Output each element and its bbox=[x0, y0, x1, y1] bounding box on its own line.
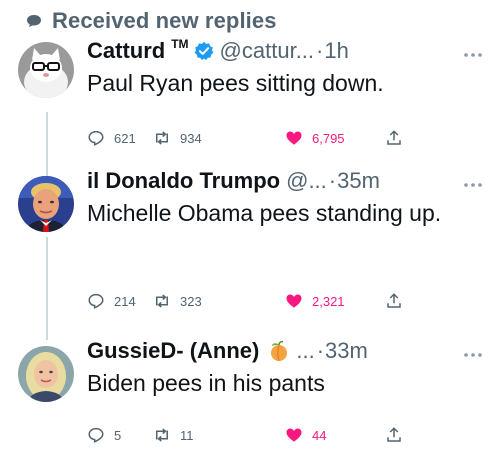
tweet-text: Paul Ryan pees sitting down. bbox=[87, 70, 384, 96]
peach-icon bbox=[271, 340, 288, 361]
retweet-count: 11 bbox=[180, 427, 194, 443]
display-name[interactable]: Catturd bbox=[87, 38, 165, 64]
reply-icon bbox=[88, 427, 104, 443]
tweet-text: Biden pees in his pants bbox=[87, 370, 325, 396]
reply-button[interactable]: 621 bbox=[87, 127, 136, 149]
reply-count: 621 bbox=[114, 130, 136, 146]
display-name[interactable]: il Donaldo Trumpo bbox=[87, 168, 280, 194]
reply-button[interactable]: 5 bbox=[87, 424, 121, 446]
retweet-count: 323 bbox=[180, 293, 202, 309]
heart-icon bbox=[286, 294, 302, 308]
like-button[interactable]: 44 bbox=[285, 424, 326, 446]
person-avatar-image bbox=[18, 176, 74, 232]
avatar[interactable] bbox=[18, 176, 74, 232]
person-avatar-image bbox=[18, 346, 74, 402]
separator: · bbox=[316, 38, 324, 63]
thread-line bbox=[46, 237, 48, 340]
timestamp[interactable]: 35m bbox=[337, 168, 380, 194]
avatar[interactable] bbox=[18, 42, 74, 98]
tweet-actions: 621 934 6,795 bbox=[87, 127, 407, 149]
like-button[interactable]: 2,321 bbox=[285, 290, 345, 312]
thread-line bbox=[46, 112, 48, 177]
separator: · bbox=[316, 338, 325, 363]
separator: · bbox=[328, 168, 337, 193]
like-count: 44 bbox=[312, 427, 327, 443]
heart-icon bbox=[286, 428, 302, 442]
retweet-icon bbox=[156, 428, 168, 442]
more-options-icon[interactable] bbox=[462, 180, 484, 190]
reply-count: 5 bbox=[114, 427, 122, 443]
tweet-text: Michelle Obama pees standing up. bbox=[87, 200, 442, 226]
verified-badge-icon bbox=[194, 41, 213, 61]
header-text: Received new replies bbox=[52, 8, 277, 33]
like-button[interactable]: 6,795 bbox=[285, 127, 345, 149]
share-icon bbox=[387, 427, 401, 442]
display-name[interactable]: GussieD- (Anne) bbox=[87, 338, 259, 364]
share-icon bbox=[387, 293, 401, 308]
reply-button[interactable]: 214 bbox=[87, 290, 136, 312]
reply-icon bbox=[88, 130, 104, 146]
more-options-icon[interactable] bbox=[462, 50, 484, 60]
retweet-icon bbox=[156, 131, 168, 145]
name-badge: TM bbox=[171, 37, 189, 51]
retweet-button[interactable]: 11 bbox=[153, 424, 194, 446]
retweet-count: 934 bbox=[180, 130, 202, 146]
handle[interactable]: @cattur... bbox=[220, 38, 314, 64]
share-button[interactable] bbox=[385, 290, 403, 312]
reply-count: 214 bbox=[114, 293, 136, 309]
tweet-actions: 5 11 44 bbox=[87, 424, 407, 446]
handle[interactable]: ... bbox=[296, 338, 314, 364]
share-button[interactable] bbox=[385, 424, 403, 446]
replies-header[interactable]: Received new replies bbox=[52, 6, 277, 36]
retweet-button[interactable]: 323 bbox=[153, 290, 202, 312]
share-icon bbox=[387, 130, 401, 145]
cat-avatar-image bbox=[18, 42, 74, 98]
retweet-button[interactable]: 934 bbox=[153, 127, 202, 149]
like-count: 2,321 bbox=[312, 293, 345, 309]
more-options-icon[interactable] bbox=[462, 350, 484, 360]
timestamp[interactable]: 33m bbox=[325, 338, 368, 364]
avatar[interactable] bbox=[18, 346, 74, 402]
reply-icon bbox=[88, 293, 104, 309]
heart-icon bbox=[286, 131, 302, 145]
retweet-icon bbox=[156, 294, 168, 308]
share-button[interactable] bbox=[385, 127, 403, 149]
like-count: 6,795 bbox=[312, 130, 345, 146]
handle[interactable]: @... bbox=[286, 168, 327, 194]
tweet-actions: 214 323 2,321 bbox=[87, 290, 407, 312]
timestamp[interactable]: 1h bbox=[324, 38, 348, 64]
speech-bubble-icon bbox=[27, 15, 41, 27]
